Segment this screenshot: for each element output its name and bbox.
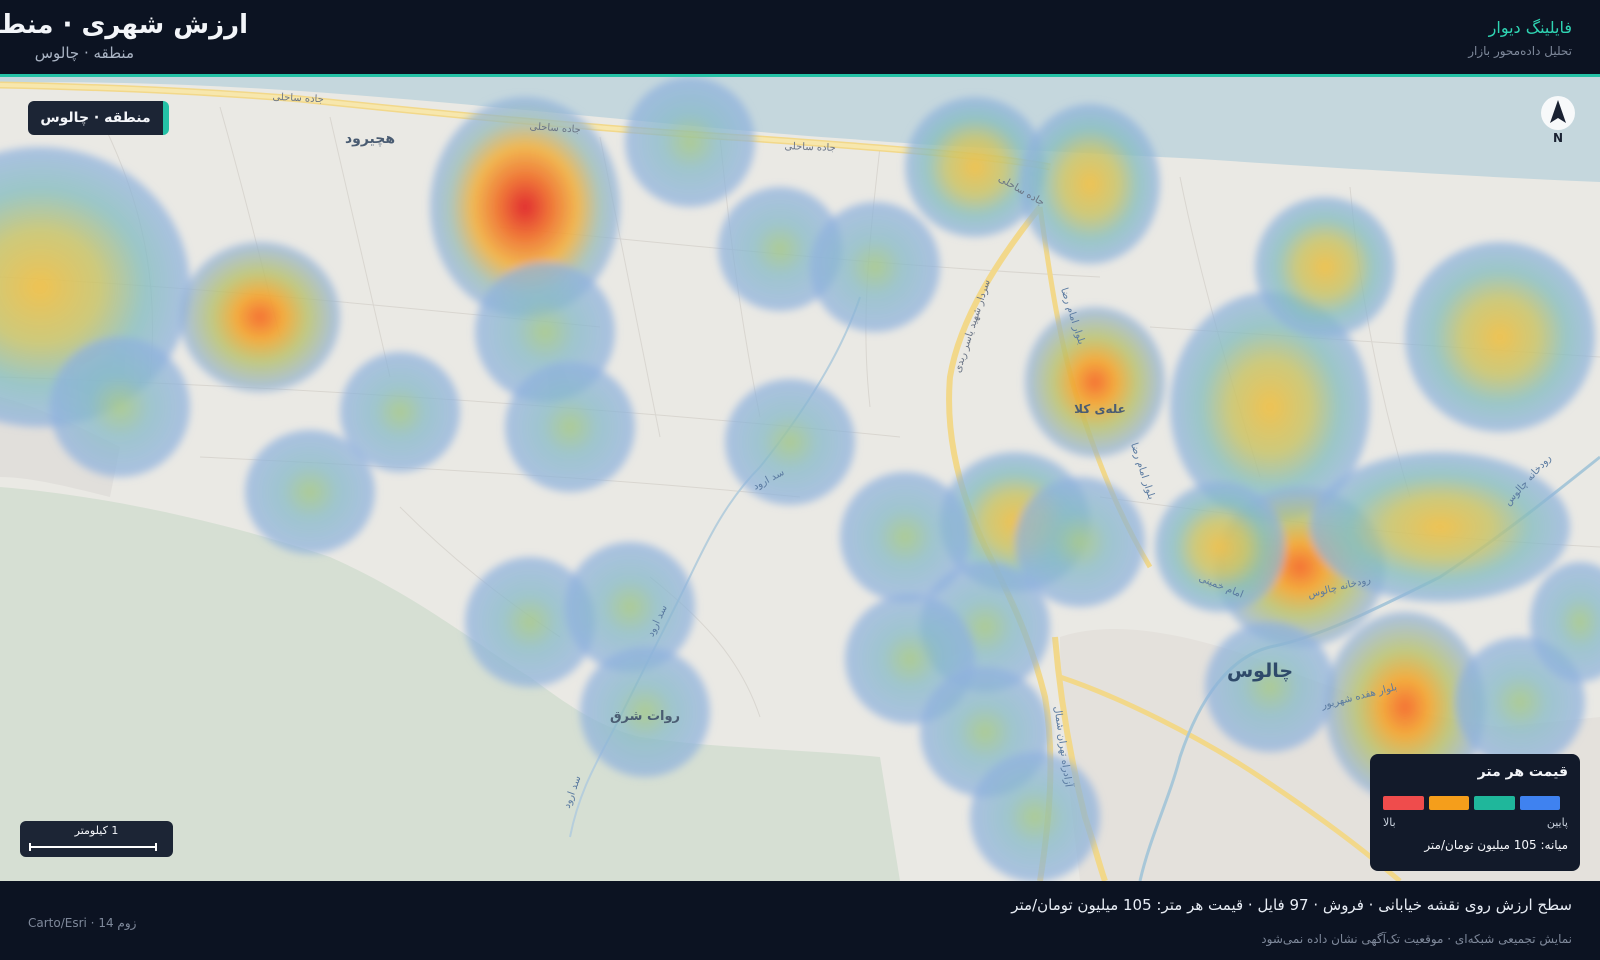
heat-cell bbox=[1155, 482, 1285, 612]
footer-bar: سطح ارزش روی نقشه خیابانی · فروش · 97 فا… bbox=[0, 881, 1600, 960]
scale-ruler bbox=[29, 843, 157, 851]
region-chip[interactable]: منطقه · چالوس bbox=[28, 101, 169, 135]
label-city-chalus: چالوس bbox=[1227, 660, 1293, 682]
footer-note: نمایش تجمیعی شبکه‌ای · موقعیت تک‌آگهی نش… bbox=[1261, 932, 1572, 946]
legend-swatches bbox=[1383, 796, 1560, 810]
scale-bar: 1 کیلومتر bbox=[20, 821, 173, 857]
price-legend: قیمت هر متر بالا پایین میانه: 105 میلیون… bbox=[1370, 754, 1580, 871]
legend-swatch bbox=[1474, 796, 1515, 810]
heat-cell bbox=[1405, 242, 1595, 432]
brand-name[interactable]: فایلینگ دیوار bbox=[1489, 18, 1572, 37]
legend-swatch bbox=[1428, 796, 1469, 810]
north-arrow-icon: N bbox=[1541, 96, 1575, 145]
heat-cell bbox=[1025, 307, 1165, 457]
heat-cell bbox=[625, 77, 755, 207]
scale-label: 1 کیلومتر bbox=[74, 824, 119, 837]
legend-swatch bbox=[1383, 796, 1424, 810]
brand-tagline: تحلیل داده‌محور بازار bbox=[1468, 44, 1572, 58]
page-title: ارزش شهری · منطقه bbox=[0, 10, 248, 40]
heat-cell bbox=[1255, 197, 1395, 337]
header-bar: ارزش شهری · منطقه منطقه · چالوس فایلینگ … bbox=[0, 0, 1600, 76]
legend-high-label: بالا bbox=[1383, 816, 1396, 829]
heat-cell bbox=[180, 242, 340, 392]
heat-cell bbox=[1205, 622, 1335, 752]
compass-label: N bbox=[1553, 131, 1563, 145]
legend-low-label: پایین bbox=[1546, 816, 1568, 829]
label-village-alei-kola: علەی کلا bbox=[1074, 402, 1126, 416]
heat-cell bbox=[340, 352, 460, 472]
page-subtitle: منطقه · چالوس bbox=[34, 44, 134, 62]
map-canvas[interactable]: چالوس هچیرود علەی کلا روات شرق جاده ساحل… bbox=[0, 77, 1600, 881]
heat-cell bbox=[725, 379, 855, 505]
heat-cell bbox=[50, 337, 190, 477]
footer-summary: سطح ارزش روی نقشه خیابانی · فروش · 97 فا… bbox=[1011, 896, 1572, 914]
legend-swatch bbox=[1519, 796, 1560, 810]
label-town-hachirud: هچیرود bbox=[345, 131, 395, 147]
heat-cell bbox=[505, 362, 635, 492]
zoom-attribution: زوم 14 · Carto/Esri bbox=[28, 916, 137, 930]
legend-median: میانه: 105 میلیون تومان/متر bbox=[1424, 838, 1568, 852]
map-view[interactable]: چالوس هچیرود علەی کلا روات شرق جاده ساحل… bbox=[0, 77, 1600, 881]
heat-cell bbox=[1020, 104, 1160, 264]
label-road-coastal: جاده ساحلی bbox=[784, 141, 836, 154]
label-village-ravat-sharq: روات شرق bbox=[610, 709, 680, 724]
legend-title: قیمت هر متر bbox=[1477, 764, 1568, 780]
heat-cell bbox=[810, 202, 940, 332]
heat-cell bbox=[970, 752, 1100, 881]
